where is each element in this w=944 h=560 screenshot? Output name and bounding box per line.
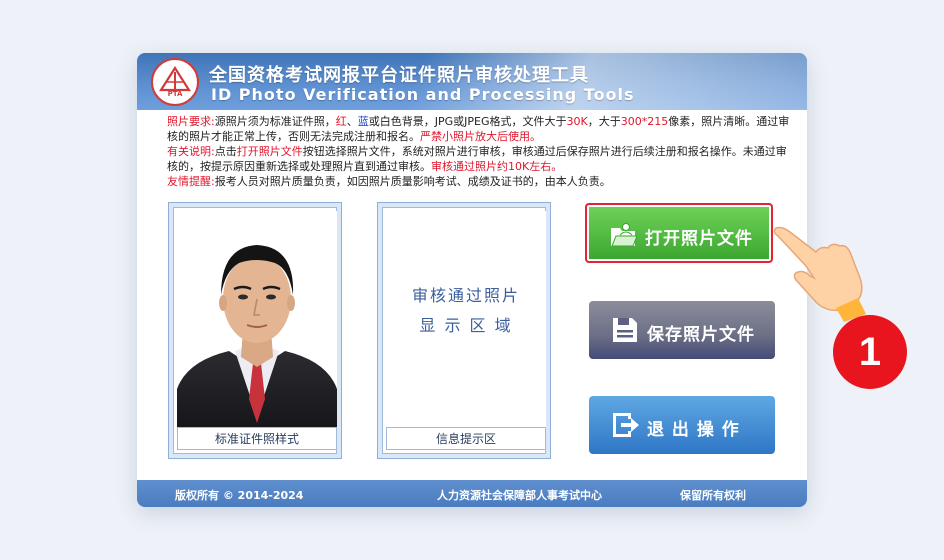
photo-requirements: 照片要求:源照片须为标准证件照，红、蓝或白色背景，JPG或JPEG格式，文件大于… (167, 115, 790, 143)
friendly-reminder: 友情提醒:报考人员对照片质量负责，如因照片质量影响考试、成绩及证书的，由本人负责… (167, 175, 611, 188)
app-window: PTA 全国资格考试网报平台证件照片审核处理工具 ID Photo Verifi… (137, 53, 807, 507)
logo-text: PTA (167, 90, 183, 98)
sample-photo-panel: 标准证件照样式 (168, 202, 342, 459)
step-number-badge: 1 (833, 315, 907, 389)
open-photo-label: 打开照片文件 (645, 229, 753, 249)
pta-logo: PTA (151, 58, 199, 106)
open-photo-button[interactable]: 打开照片文件 (585, 203, 773, 263)
exit-button[interactable]: 退 出 操 作 (589, 396, 775, 454)
open-folder-icon (611, 223, 638, 247)
info-prompt-area: 信息提示区 (386, 427, 546, 450)
app-header: PTA 全国资格考试网报平台证件照片审核处理工具 ID Photo Verifi… (137, 53, 807, 110)
review-area-line2: 显 示 区 域 (419, 316, 513, 335)
app-title-cn: 全国资格考试网报平台证件照片审核处理工具 (209, 65, 589, 86)
pointing-hand-icon (770, 222, 870, 326)
exit-label: 退 出 操 作 (647, 420, 740, 440)
instructions: 照片要求:源照片须为标准证件照，红、蓝或白色背景，JPG或JPEG格式，文件大于… (167, 114, 792, 189)
sample-photo (177, 211, 337, 429)
review-area-line1: 审核通过照片 (411, 286, 520, 305)
app-title-en: ID Photo Verification and Processing Too… (211, 85, 635, 104)
footer-rights: 保留所有权利 (680, 489, 746, 502)
footer-copyright: 版权所有 © 2014-2024 (175, 489, 304, 502)
review-display-area: 审核通过照片 显 示 区 域 (386, 211, 546, 429)
sample-photo-caption: 标准证件照样式 (177, 427, 337, 450)
footer-bar: 版权所有 © 2014-2024 人力资源社会保障部人事考试中心 保留所有权利 (137, 480, 807, 507)
usage-notes: 有关说明:点击打开照片文件按钮选择照片文件，系统对照片进行审核，审核通过后保存照… (167, 145, 787, 173)
footer-organization: 人力资源社会保障部人事考试中心 (437, 489, 602, 502)
review-photo-panel: 审核通过照片 显 示 区 域 信息提示区 (377, 202, 551, 459)
save-disk-icon (613, 318, 637, 342)
save-photo-button[interactable]: 保存照片文件 (589, 301, 775, 359)
save-photo-label: 保存照片文件 (647, 325, 755, 345)
exit-icon (613, 413, 639, 437)
